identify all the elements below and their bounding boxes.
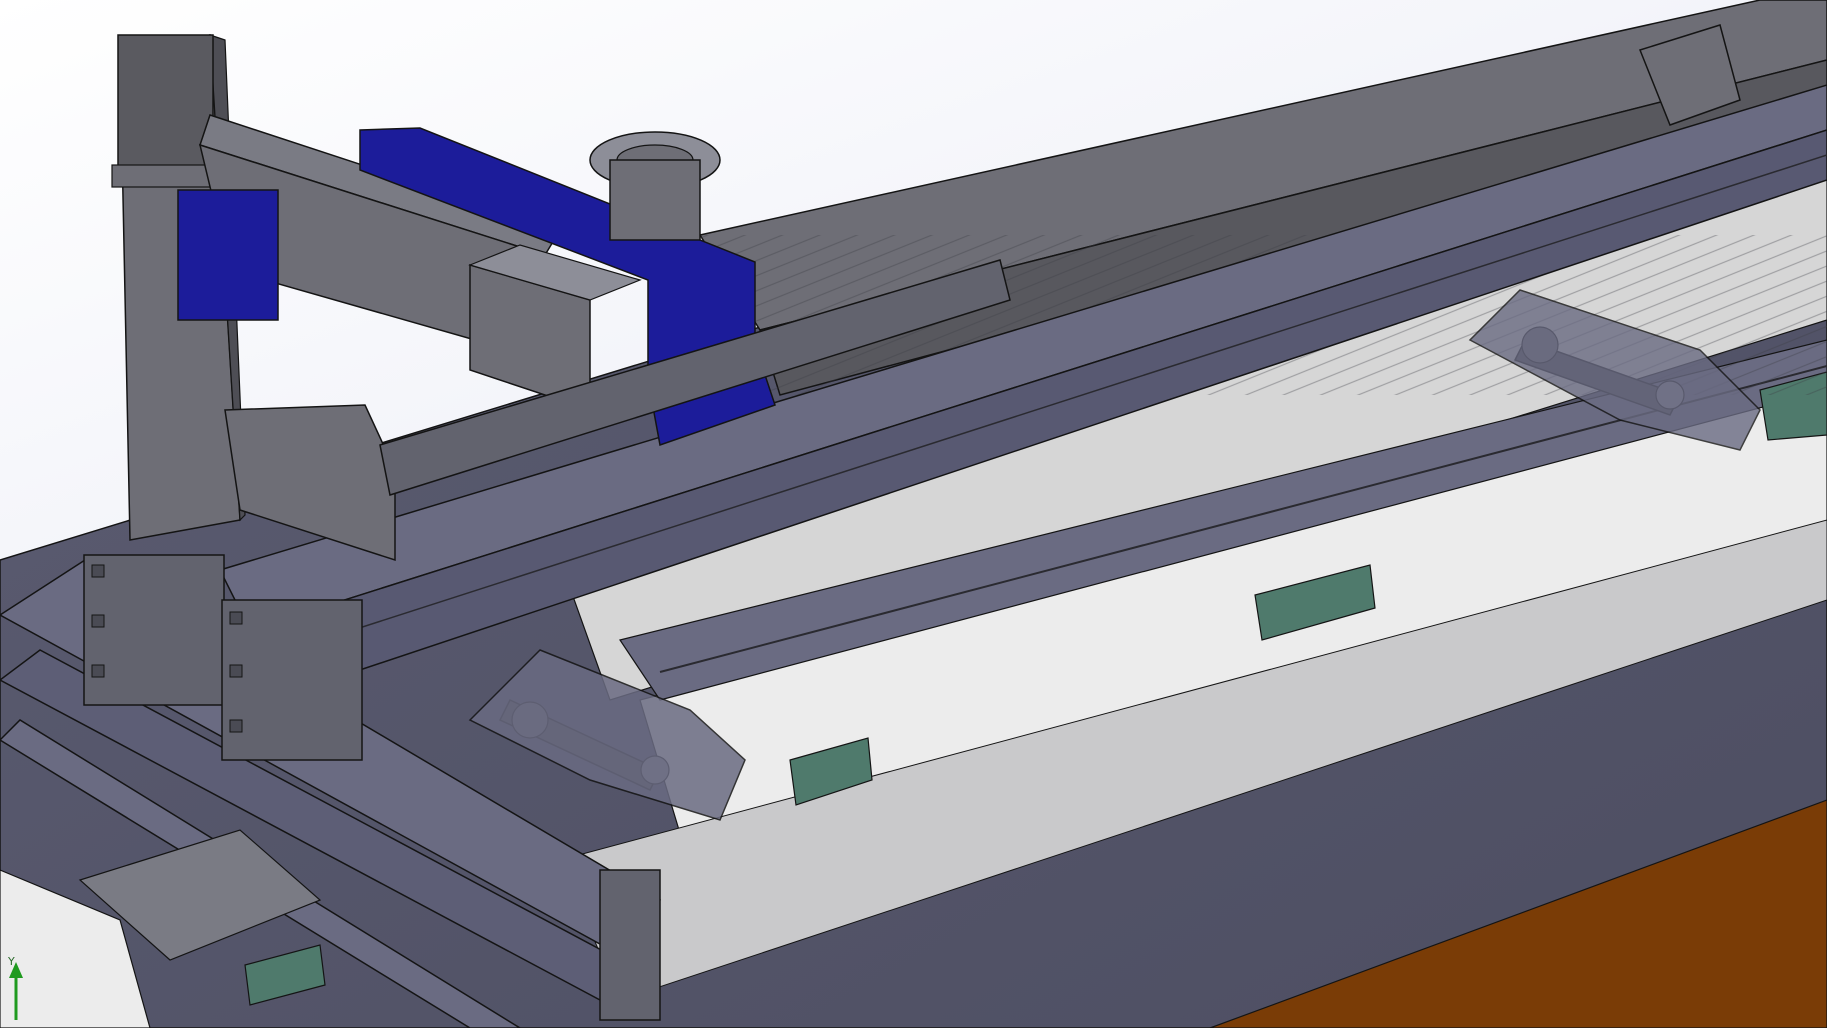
extrusion-end-cap-2 — [221, 599, 363, 761]
triad-axis-label: Y — [8, 955, 15, 968]
extrusion-end-cap-1 — [83, 554, 225, 706]
cnc-gantry-assembly-model[interactable] — [0, 0, 1827, 1028]
cad-3d-viewport[interactable]: Y — [0, 0, 1827, 1028]
blue-side-block — [177, 189, 279, 321]
z-axis-stepper-motor — [117, 34, 214, 186]
extrusion-end-cap-3 — [599, 869, 661, 1021]
